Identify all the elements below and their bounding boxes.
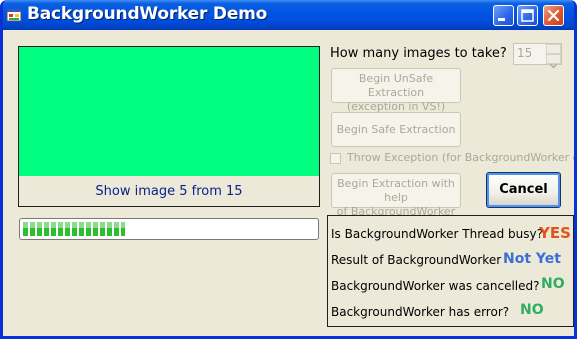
chevron-down-icon [550,64,557,69]
image-caption: Show image 5 from 15 [95,184,243,199]
begin-backgroundworker-extraction-button[interactable]: Begin Extraction with help of Background… [331,173,461,218]
client-area: Show image 5 from 15 How many images to … [3,30,574,336]
throw-exception-label[interactable]: Throw Exception (for BackgroundWorker on… [347,151,574,164]
status-panel: Is BackgroundWorker Thread busy? YES Res… [327,215,574,327]
cancelled-question: BackgroundWorker was cancelled? [331,279,540,293]
extracted-image [19,47,319,176]
images-count-spinner[interactable]: 15 [513,43,562,69]
begin-unsafe-extraction-label: Begin UnSafe Extraction (exception in VS… [346,72,446,113]
window-title: BackgroundWorker Demo [27,4,268,24]
title-bar[interactable]: BackgroundWorker Demo [3,0,574,30]
result-question: Result of BackgroundWorker [331,253,502,267]
images-count-value[interactable]: 15 [517,46,532,60]
minimize-button[interactable] [493,5,514,26]
maximize-button[interactable] [517,5,538,26]
main-window: BackgroundWorker Demo Show image 5 from … [0,0,577,339]
throw-exception-checkbox[interactable] [330,153,341,164]
begin-safe-extraction-label: Begin Safe Extraction [336,123,456,136]
cancel-label: Cancel [499,182,548,197]
result-answer: Not Yet [503,251,561,267]
image-panel: Show image 5 from 15 [18,46,320,207]
error-question: BackgroundWorker has error? [331,305,510,319]
minimize-icon [498,18,505,21]
progress-bar [19,218,319,240]
spin-up-button[interactable] [546,44,561,58]
begin-backgroundworker-extraction-label: Begin Extraction with help of Background… [336,177,456,218]
images-count-label: How many images to take? [330,46,507,61]
spin-down-button[interactable] [546,54,561,69]
begin-safe-extraction-button[interactable]: Begin Safe Extraction [331,112,461,147]
busy-answer: YES [539,224,571,242]
close-icon [547,9,560,22]
busy-question: Is BackgroundWorker Thread busy? [331,227,544,241]
app-icon[interactable] [6,7,22,23]
progress-fill [23,222,125,236]
maximize-icon [521,9,534,22]
cancelled-answer: NO [541,276,565,292]
close-button[interactable] [543,5,564,26]
begin-unsafe-extraction-button[interactable]: Begin UnSafe Extraction (exception in VS… [331,68,461,113]
error-answer: NO [520,302,544,318]
cancel-button[interactable]: Cancel [486,172,561,208]
